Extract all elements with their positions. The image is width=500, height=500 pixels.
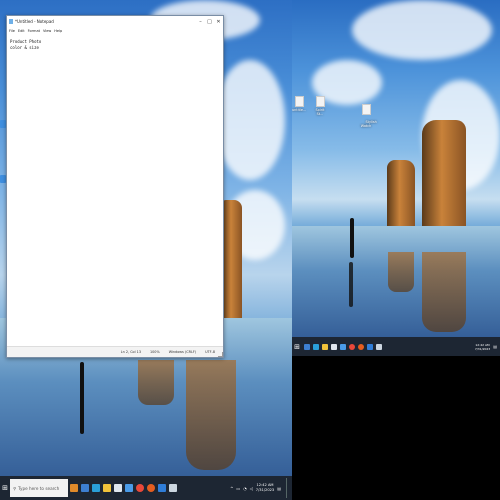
notepad-taskbar-icon[interactable] <box>168 484 177 492</box>
wallpaper-rock <box>222 200 242 318</box>
desktop-icon-label: untitle... <box>292 108 307 112</box>
edge-icon[interactable] <box>91 484 100 492</box>
file-explorer-icon[interactable] <box>102 484 111 492</box>
mail-icon[interactable] <box>339 343 346 350</box>
windows-start-icon[interactable]: ⊞ <box>292 337 302 356</box>
store-icon[interactable] <box>113 484 122 492</box>
window-title: *Untitled - Notepad <box>15 19 54 24</box>
desktop-icon-label: Spirit St... <box>315 108 325 116</box>
chrome-icon[interactable] <box>348 343 355 350</box>
menu-file[interactable]: File <box>9 29 15 33</box>
file-icon <box>315 96 325 107</box>
wallpaper-rock-reflection <box>186 360 236 470</box>
system-tray: ^ ▭ ◔ ◁ 12:42 AM 7/31/2023 ▤ <box>230 478 292 498</box>
wallpaper-rock <box>387 160 415 226</box>
task-view-icon[interactable] <box>303 343 310 350</box>
vscode-icon[interactable] <box>366 343 373 350</box>
clock-time: 12:42 AM <box>475 342 490 347</box>
network-icon[interactable]: ◔ <box>243 486 247 491</box>
chrome-icon[interactable] <box>135 484 144 492</box>
wallpaper-cloud <box>215 60 285 180</box>
wallpaper-rock-reflection <box>422 252 466 332</box>
close-icon[interactable]: ✕ <box>214 19 223 25</box>
minimize-icon[interactable]: – <box>196 19 205 25</box>
menu-help[interactable]: Help <box>54 29 62 33</box>
chevron-up-icon[interactable]: ^ <box>230 486 233 491</box>
notepad-window: *Untitled - Notepad – □ ✕ File Edit Form… <box>6 15 224 358</box>
show-desktop-button[interactable] <box>286 478 289 498</box>
vscode-icon[interactable] <box>157 484 166 492</box>
clock-date: 7/31/2023 <box>255 488 275 492</box>
text-editor[interactable]: Product Photo color & size <box>8 37 222 347</box>
clock[interactable]: 12:42 AM 7/31/2023 <box>256 483 274 493</box>
notification-icon[interactable]: ▤ <box>277 486 281 491</box>
right-monitor: untitle... Spirit St... Stylish Watch ⊞ … <box>292 0 500 500</box>
menu-bar: File Edit Format View Help <box>7 27 223 35</box>
taskbar-secondary: ⊞ 12:42 AM 7/31/2023 ▤ <box>292 337 500 356</box>
app-icon[interactable] <box>69 484 78 492</box>
windows-start-icon[interactable]: ⊞ <box>0 476 10 500</box>
notepad-taskbar-icon[interactable] <box>375 343 382 350</box>
wallpaper-rock <box>422 120 466 226</box>
wallpaper-runner-reflection <box>349 262 353 307</box>
battery-icon[interactable]: ▭ <box>236 486 240 491</box>
wallpaper-cloud <box>352 0 492 60</box>
notepad-icon <box>9 19 13 24</box>
line-ending: Windows (CRLF) <box>168 350 197 354</box>
encoding: UTF-8 <box>205 350 215 354</box>
desktop-file-icon[interactable]: Spirit St... <box>313 96 327 116</box>
notification-icon[interactable]: ▤ <box>493 344 497 349</box>
search-placeholder: Type here to search <box>18 485 60 491</box>
left-monitor: *Untitled - Notepad – □ ✕ File Edit Form… <box>0 0 292 500</box>
system-tray-secondary: 12:42 AM 7/31/2023 ▤ <box>475 343 500 351</box>
wallpaper-runner-reflection <box>80 362 84 434</box>
mail-icon[interactable] <box>124 484 133 492</box>
wallpaper-rock-reflection <box>388 252 414 292</box>
task-view-icon[interactable] <box>80 484 89 492</box>
firefox-icon[interactable] <box>357 343 364 350</box>
wallpaper-rock-reflection <box>138 360 174 405</box>
menu-format[interactable]: Format <box>28 29 40 33</box>
taskbar: ⊞ ⚲ Type here to search ^ ▭ ◔ ◁ 12:42 AM… <box>0 476 292 500</box>
clock-date: 7/31/2023 <box>474 346 491 351</box>
file-icon <box>294 96 304 107</box>
file-explorer-icon[interactable] <box>321 343 328 350</box>
right-screen: untitle... Spirit St... Stylish Watch ⊞ … <box>292 0 500 356</box>
menu-view[interactable]: View <box>43 29 51 33</box>
clock[interactable]: 12:42 AM 7/31/2023 <box>475 343 490 351</box>
notepad-titlebar[interactable]: *Untitled - Notepad – □ ✕ <box>7 16 223 27</box>
edge-icon[interactable] <box>312 343 319 350</box>
desktop-file-icon[interactable]: Stylish Watch <box>359 96 377 132</box>
cursor-position: Ln 2, Col 13 <box>120 350 141 354</box>
desktop-icon-label: Stylish Watch <box>360 120 377 128</box>
zoom-level: 100% <box>149 350 160 354</box>
file-icon <box>361 104 371 115</box>
firefox-icon[interactable] <box>146 484 155 492</box>
menu-edit[interactable]: Edit <box>18 29 25 33</box>
search-icon: ⚲ <box>13 485 17 491</box>
status-bar: Ln 2, Col 13 100% Windows (CRLF) UTF-8 <box>7 346 223 357</box>
maximize-icon[interactable]: □ <box>205 19 214 25</box>
search-box[interactable]: ⚲ Type here to search <box>10 479 68 497</box>
desktop-file-icon[interactable]: untitle... <box>292 96 306 112</box>
store-icon[interactable] <box>330 343 337 350</box>
volume-icon[interactable]: ◁ <box>250 486 253 491</box>
wallpaper-runner <box>350 218 354 258</box>
resize-grip[interactable] <box>218 352 223 357</box>
